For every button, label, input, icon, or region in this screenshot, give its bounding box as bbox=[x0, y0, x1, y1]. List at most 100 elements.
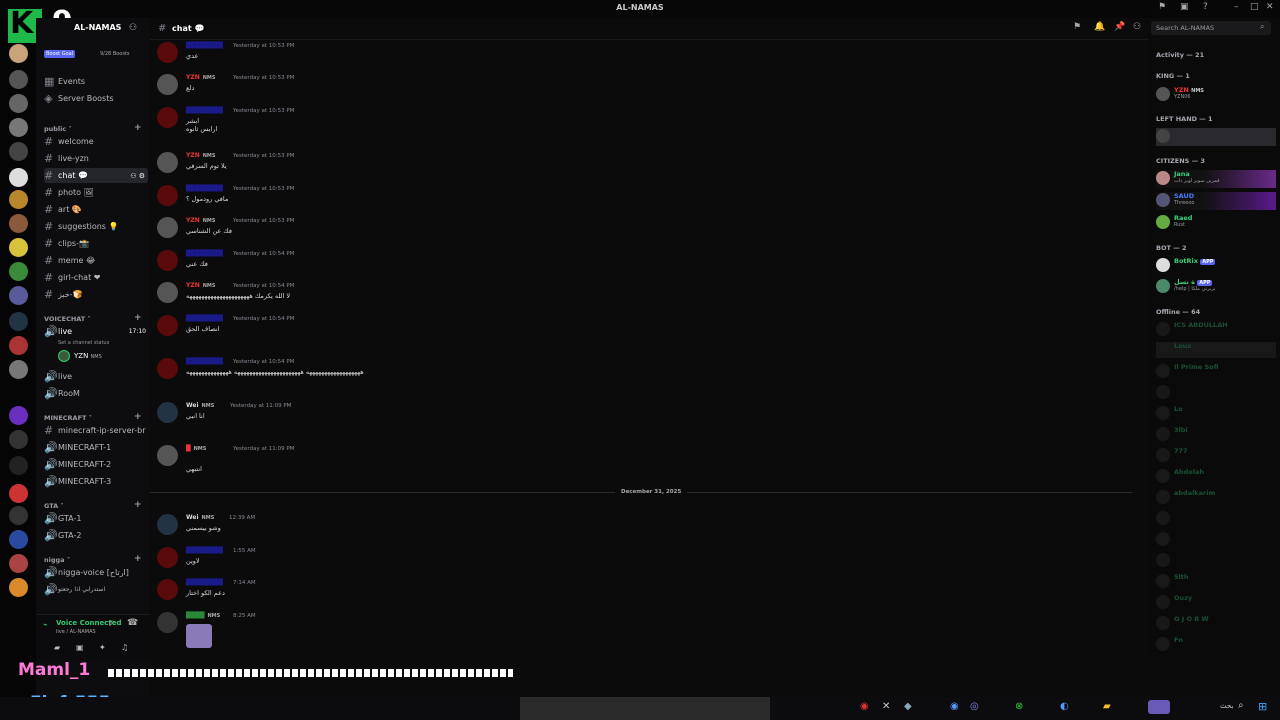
server-icon[interactable] bbox=[9, 214, 28, 233]
voice-user-name[interactable]: YZN NMS bbox=[74, 352, 102, 360]
category-gta[interactable]: GTA ˅ + bbox=[44, 500, 142, 510]
server-icon[interactable] bbox=[9, 312, 28, 331]
server-icon[interactable] bbox=[9, 336, 28, 355]
server-icon[interactable] bbox=[9, 506, 28, 525]
category-voicechat[interactable]: VOICECHAT ˅ + bbox=[44, 313, 142, 323]
server-icon[interactable] bbox=[9, 430, 28, 449]
bell-icon[interactable]: 🔔 bbox=[1094, 22, 1105, 32]
noise-icon[interactable]: ⫽ bbox=[109, 619, 113, 629]
voice-location[interactable]: live / AL-NAMAS bbox=[56, 629, 96, 635]
question-icon[interactable]: ? bbox=[1203, 2, 1208, 12]
message[interactable]: YZN NMS Yesterday at 10:53 PM فك عن الشنا… bbox=[157, 217, 1127, 247]
category-public[interactable]: public ˅ + bbox=[44, 123, 142, 133]
member-item[interactable]: 5lth bbox=[1156, 573, 1276, 589]
member-item[interactable]: abdalkarim bbox=[1156, 489, 1276, 505]
threads-icon[interactable]: ⚑ bbox=[1073, 22, 1081, 32]
member-item[interactable] bbox=[1156, 552, 1276, 568]
server-icon[interactable] bbox=[9, 94, 28, 113]
message[interactable]: YZN NMS Yesterday at 10:53 PM دلع bbox=[157, 74, 1127, 104]
help-icon[interactable]: ▣ bbox=[1180, 2, 1189, 12]
message[interactable]: ████████ Yesterday at 10:53 PM عدي bbox=[157, 42, 1127, 72]
category-nigga[interactable]: nigga ˅ + bbox=[44, 554, 142, 564]
member-item[interactable]: YZN NMS YZN06 bbox=[1156, 86, 1276, 102]
settings-icon[interactable]: ⚇ ⚙ bbox=[130, 172, 145, 180]
voice-channel-mc1[interactable]: 🔊 MINECRAFT-1 bbox=[44, 440, 148, 455]
channel-meme[interactable]: # meme 😂 bbox=[44, 253, 148, 268]
screen-share-icon[interactable]: ▣ bbox=[76, 643, 84, 652]
channel-welcome[interactable]: # welcome bbox=[44, 134, 148, 149]
app-icon[interactable]: ◎ bbox=[970, 701, 979, 712]
voice-channel-mc3[interactable]: 🔊 MINECRAFT-3 bbox=[44, 474, 148, 489]
message[interactable]: ████████ 7:14 AM دعم الكو اختار bbox=[157, 579, 1127, 609]
message[interactable]: ████████ Yesterday at 10:54 PM ههههههههه… bbox=[157, 358, 1127, 384]
channel-khbz[interactable]: # خبز-🍞 bbox=[44, 287, 148, 302]
server-icon[interactable] bbox=[9, 168, 28, 187]
member-item[interactable]: Abdelah bbox=[1156, 468, 1276, 484]
minimize-button[interactable]: – bbox=[1234, 2, 1239, 12]
members-icon[interactable]: ⚇ bbox=[1133, 22, 1141, 32]
message[interactable]: Wei NMS Yesterday at 11:09 PM انا انبي bbox=[157, 402, 1127, 432]
signal-icon[interactable]: ⌁ bbox=[43, 620, 48, 629]
server-icon[interactable] bbox=[9, 578, 28, 597]
server-icon[interactable] bbox=[9, 286, 28, 305]
activity-header[interactable]: Activity — 21 bbox=[1156, 51, 1204, 59]
app-icon[interactable]: ◉ bbox=[950, 701, 959, 712]
voice-channel-gta2[interactable]: 🔊 GTA-2 bbox=[44, 528, 148, 543]
message[interactable]: █ NMS Yesterday at 11:09 PM انتبهي bbox=[157, 445, 1127, 475]
member-item[interactable] bbox=[1156, 531, 1276, 547]
events-link[interactable]: ▦ Events bbox=[44, 74, 148, 89]
voice-channel-nigga-voice[interactable]: 🔊 nigga-voice [ارتاح] bbox=[44, 565, 148, 580]
pin-icon[interactable]: 📌 bbox=[1114, 22, 1125, 32]
server-icon[interactable] bbox=[9, 484, 28, 503]
member-item[interactable]: Fn bbox=[1156, 636, 1276, 652]
app-icon[interactable] bbox=[1148, 700, 1170, 714]
channel-chat[interactable]: # chat 💬 ⚇ ⚙ bbox=[44, 168, 148, 183]
app-icon[interactable]: ⊗ bbox=[1015, 701, 1023, 712]
channel-girl-chat[interactable]: # girl-chat ❤ bbox=[44, 270, 148, 285]
app-icon[interactable]: ◐ bbox=[1060, 701, 1069, 712]
member-item[interactable]: ICS ABDULLAH bbox=[1156, 321, 1276, 337]
soundboard-icon[interactable]: ♫ bbox=[121, 643, 128, 652]
app-icon[interactable]: ◆ bbox=[904, 701, 912, 712]
server-icon[interactable] bbox=[9, 44, 28, 63]
member-item[interactable] bbox=[1156, 510, 1276, 526]
member-item[interactable] bbox=[1156, 128, 1276, 146]
server-icon[interactable] bbox=[9, 530, 28, 549]
message[interactable]: YZN NMS Yesterday at 10:53 PM يلا توم الس… bbox=[157, 152, 1127, 182]
message[interactable]: ████ NMS 8:25 AM bbox=[157, 612, 1127, 652]
message[interactable]: ████████ Yesterday at 10:53 PM ابشر اراي… bbox=[157, 107, 1127, 137]
activities-icon[interactable]: ✦ bbox=[99, 643, 106, 652]
channel-mc-ip[interactable]: # minecraft-ip-server-br bbox=[44, 423, 148, 438]
message[interactable]: ████████ Yesterday at 10:54 PM فك عني bbox=[157, 250, 1127, 280]
voice-channel-room[interactable]: 🔊 RooM bbox=[44, 386, 148, 401]
channel-photo[interactable]: # photo 🖼 bbox=[44, 185, 148, 200]
member-item[interactable] bbox=[1156, 384, 1276, 400]
add-user-icon[interactable]: ⚇ bbox=[129, 23, 137, 33]
server-icon[interactable] bbox=[9, 190, 28, 209]
member-item[interactable]: Loux bbox=[1156, 342, 1276, 358]
message[interactable]: ████████ 1:55 AM لاوين bbox=[157, 547, 1127, 577]
server-icon[interactable] bbox=[9, 456, 28, 475]
member-item[interactable]: Ouzy bbox=[1156, 594, 1276, 610]
message[interactable]: Wei NMS 12:39 AM وشو بيسمني bbox=[157, 514, 1127, 544]
channel-live-yzn[interactable]: # live-yzn bbox=[44, 151, 148, 166]
category-minecraft[interactable]: MINECRAFT ˅ + bbox=[44, 412, 142, 422]
taskbar-search-label[interactable]: بحث bbox=[1220, 702, 1233, 710]
member-item[interactable]: Jana فمرين سوبر لوبر ذات bbox=[1156, 170, 1276, 188]
disconnect-icon[interactable]: ☎ bbox=[127, 618, 138, 628]
member-item[interactable]: O J O R W bbox=[1156, 615, 1276, 631]
boost-goal-badge[interactable]: Boost Goal bbox=[44, 50, 76, 58]
search-input[interactable]: Search AL-NAMAS ⌕ bbox=[1151, 21, 1271, 35]
member-item[interactable]: Raed Rust bbox=[1156, 214, 1276, 230]
channel-art[interactable]: # art 🎨 bbox=[44, 202, 148, 217]
message[interactable]: ████████ Yesterday at 10:54 PM انصاف الح… bbox=[157, 315, 1127, 345]
member-item[interactable]: SAUD Threeoo bbox=[1156, 192, 1276, 210]
server-icon[interactable] bbox=[9, 118, 28, 137]
member-item[interactable]: ة نسل APP /help | بريرتي ملكا bbox=[1156, 278, 1276, 294]
folder-icon[interactable]: ▰ bbox=[1103, 701, 1111, 712]
server-icon[interactable] bbox=[9, 70, 28, 89]
inbox-icon[interactable]: ⚑ bbox=[1158, 2, 1166, 12]
close-button[interactable]: ✕ bbox=[1266, 2, 1274, 12]
camera-icon[interactable]: ▰ bbox=[54, 643, 60, 652]
sticker-image[interactable] bbox=[186, 624, 212, 648]
